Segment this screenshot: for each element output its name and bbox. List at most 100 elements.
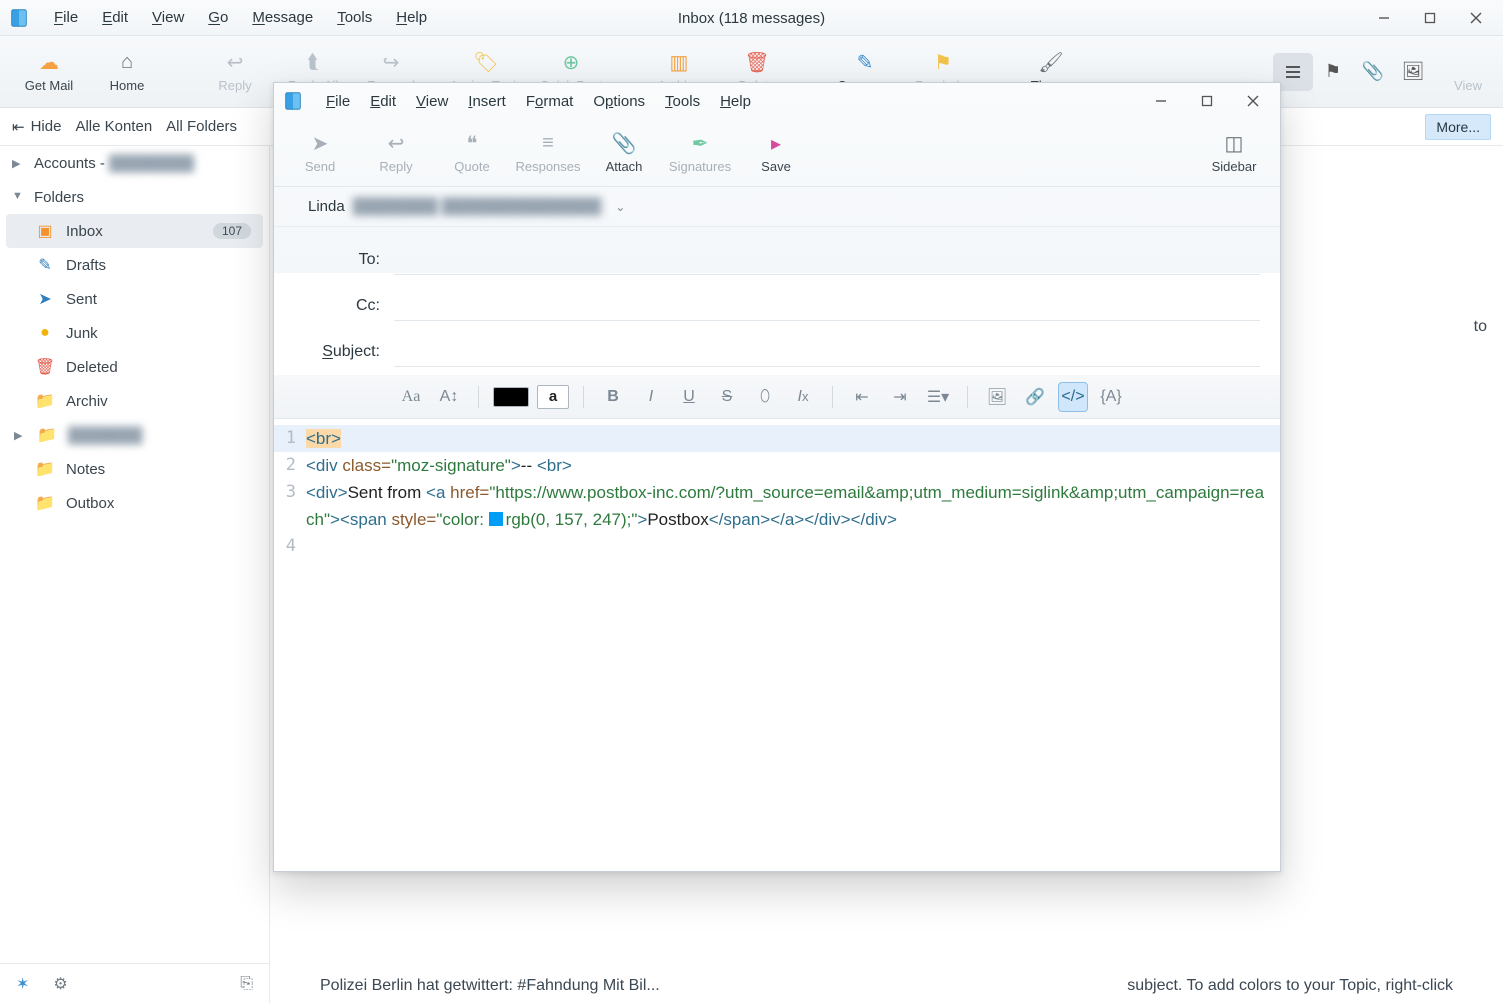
sidebar-toggle-button[interactable]: ◫Sidebar	[1196, 125, 1272, 181]
sidebar-item-deleted[interactable]: 🗑Deleted	[0, 350, 269, 384]
from-row[interactable]: Linda ████████ ███████████████ ⌄	[274, 187, 1280, 227]
menu-tools[interactable]: Tools	[325, 5, 384, 30]
view-label: View	[1454, 78, 1482, 93]
responses-button[interactable]: ≡Responses	[510, 125, 586, 181]
compose-window: File Edit View Insert Format Options Too…	[273, 82, 1281, 872]
cc-field[interactable]	[394, 291, 1260, 321]
quote-icon: ❝	[467, 132, 478, 156]
app-logo-icon	[8, 7, 30, 29]
view-label-button[interactable]: View	[1443, 42, 1493, 102]
more-accounts-button[interactable]: More...	[1425, 114, 1491, 140]
send-button[interactable]: ➤Send	[282, 125, 358, 181]
maximize-button[interactable]	[1184, 85, 1230, 117]
list-button[interactable]: ☰▾	[923, 382, 953, 412]
collapse-icon: ⇤	[12, 118, 25, 136]
sidebar-item-label: Deleted	[66, 359, 118, 376]
minimize-button[interactable]	[1361, 2, 1407, 34]
bold-button[interactable]: B	[598, 382, 628, 412]
menu-edit[interactable]: Edit	[360, 89, 406, 114]
from-name: Linda	[308, 198, 345, 215]
html-source-editor[interactable]: 1<br> 2<div class="moz-signature">-- <br…	[274, 425, 1280, 871]
menu-go[interactable]: Go	[196, 5, 240, 30]
quote-button[interactable]: ❝ Quote	[434, 125, 510, 181]
subject-field[interactable]	[394, 337, 1260, 367]
code-block-button[interactable]: {A}	[1096, 382, 1126, 412]
code-token: >	[330, 510, 340, 529]
sidebar-item-junk[interactable]: ● Junk	[0, 316, 269, 350]
menu-view[interactable]: View	[140, 5, 196, 30]
menu-options[interactable]: Options	[583, 89, 655, 114]
menu-message[interactable]: Message	[240, 5, 325, 30]
cloud-download-icon: ☁	[39, 51, 59, 75]
get-mail-button[interactable]: ☁Get Mail	[10, 42, 88, 102]
sidebar-item-custom[interactable]: ▶📁███████	[0, 418, 269, 452]
folders-header[interactable]: ▼ Folders	[0, 180, 269, 214]
signatures-button[interactable]: ✒Signatures	[662, 125, 738, 181]
sidebar-item-outbox[interactable]: 📁Outbox	[0, 486, 269, 520]
menu-format[interactable]: Format	[516, 89, 584, 114]
font-family-button[interactable]: Aa	[396, 382, 426, 412]
maximize-button[interactable]	[1407, 2, 1453, 34]
chevron-down-icon: ⌄	[615, 200, 625, 214]
clear-format-button[interactable]: Ix	[788, 382, 818, 412]
font-size-button[interactable]: A↕	[434, 382, 464, 412]
underline-button[interactable]: U	[674, 382, 704, 412]
image-button[interactable]: 🖼	[982, 382, 1012, 412]
view-image-button[interactable]: 🖼	[1393, 53, 1433, 91]
reply-button[interactable]: ↩Reply	[196, 42, 274, 102]
sidebar-item-drafts[interactable]: ✎Drafts	[0, 248, 269, 282]
menu-file[interactable]: File	[42, 5, 90, 30]
text-color-swatch[interactable]	[493, 387, 529, 407]
warning-icon: ●	[34, 324, 56, 342]
to-field[interactable]	[394, 245, 1260, 275]
attach-button[interactable]: 📎Attach	[586, 125, 662, 181]
close-button[interactable]	[1230, 85, 1276, 117]
accounts-header[interactable]: ▶ Accounts - ████████	[0, 146, 269, 180]
puzzle-icon: ⊕	[563, 51, 580, 75]
sidebar-item-sent[interactable]: ➤Sent	[0, 282, 269, 316]
chat-icon[interactable]: ✶	[16, 974, 29, 994]
view-flag-button[interactable]: ⚑	[1313, 53, 1353, 91]
folder-icon: 📁	[34, 459, 56, 479]
minimize-button[interactable]	[1138, 85, 1184, 117]
sidebar-item-archiv[interactable]: 📁Archiv	[0, 384, 269, 418]
highlight-color-swatch[interactable]: a	[537, 385, 569, 409]
sidebar-item-inbox[interactable]: ▣ Inbox 107	[6, 214, 263, 248]
code-token: <div	[306, 456, 338, 475]
sidebar-item-label: Junk	[66, 325, 98, 342]
view-attach-button[interactable]: 📎	[1353, 53, 1393, 91]
list-icon: ≡	[542, 132, 554, 156]
home-button[interactable]: ⌂Home	[88, 42, 166, 102]
indent-button[interactable]: ⇥	[885, 382, 915, 412]
all-accounts-tab[interactable]: Alle Konten	[75, 118, 152, 135]
save-icon: ▸	[771, 132, 781, 156]
menu-tools[interactable]: Tools	[655, 89, 710, 114]
link-button[interactable]: 🔗	[1020, 382, 1050, 412]
strike-button[interactable]: S	[712, 382, 742, 412]
menu-edit[interactable]: Edit	[90, 5, 140, 30]
settings-sliders-icon[interactable]: ⚙	[53, 974, 67, 994]
menu-view[interactable]: View	[406, 89, 458, 114]
outdent-button[interactable]: ⇤	[847, 382, 877, 412]
highlighter-button[interactable]: ⬯	[750, 382, 780, 412]
save-button[interactable]: ▸Save	[738, 125, 814, 181]
chevron-right-icon: ▶	[12, 157, 24, 170]
menu-help[interactable]: Help	[710, 89, 761, 114]
menu-help[interactable]: Help	[384, 5, 439, 30]
content-peek-left: Polizei Berlin hat getwittert: #Fahndung…	[320, 977, 660, 995]
hide-sidebar-button[interactable]: ⇤Hide	[12, 118, 61, 136]
subject-label: Subject:	[294, 343, 394, 361]
quote-label: Quote	[454, 159, 489, 174]
logout-icon[interactable]: ⎘	[240, 975, 253, 993]
source-code-button[interactable]: </>	[1058, 382, 1088, 412]
sidebar-item-notes[interactable]: 📁Notes	[0, 452, 269, 486]
close-button[interactable]	[1453, 2, 1499, 34]
italic-button[interactable]: I	[636, 382, 666, 412]
tag-icon: 🏷	[473, 51, 498, 75]
code-token: Sent from	[348, 483, 426, 502]
reply-button[interactable]: ↩Reply	[358, 125, 434, 181]
menu-insert[interactable]: Insert	[458, 89, 516, 114]
content-peek-right: to	[1474, 318, 1487, 336]
menu-file[interactable]: File	[316, 89, 360, 114]
all-folders-tab[interactable]: All Folders	[166, 118, 237, 135]
